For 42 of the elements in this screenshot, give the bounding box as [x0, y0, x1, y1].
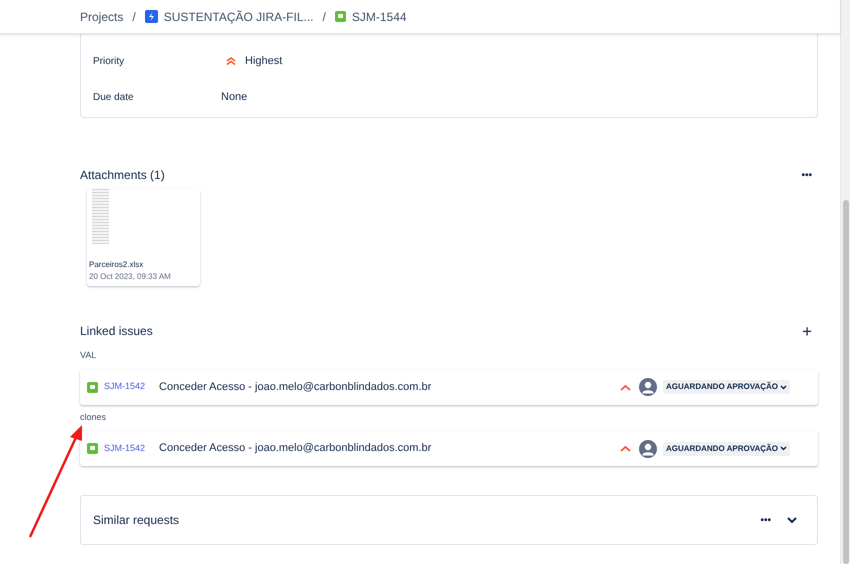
chevron-down-icon: [780, 384, 787, 390]
issue-type-icon: [87, 443, 98, 454]
linked-issue-row[interactable]: SJM-1542 Conceder Acesso - joao.melo@carbonblindados.com.br AGUARDANDO APROVAÇÃO: [80, 370, 818, 404]
file-date: 20 Oct 2023, 09:33 AM: [88, 271, 172, 283]
relation-label: VAL: [80, 349, 98, 362]
project-icon: [144, 10, 158, 23]
chevron-down-icon[interactable]: [787, 516, 797, 524]
panel-title: Similar requests: [93, 512, 180, 529]
issue-type-icon: [87, 382, 98, 392]
issue-summary: Conceder Acesso - joao.melo@carbonblindados.com.br: [159, 441, 432, 456]
breadcrumb-link[interactable]: SJM-1544: [352, 8, 407, 26]
more-button[interactable]: •••: [760, 512, 771, 528]
breadcrumb-link[interactable]: SUSTENTAÇÃO JIRA-FIL...: [164, 8, 314, 26]
attachment-card[interactable]: Parceiros2.xlsx 20 Oct 2023, 09:33 AM: [87, 189, 200, 286]
field-value: None: [221, 90, 248, 105]
scrollbar[interactable]: [840, 0, 850, 564]
separator-slash: /: [322, 8, 326, 26]
field-value: Highest: [245, 54, 282, 69]
issue-key-link[interactable]: SJM-1542: [104, 380, 146, 394]
separator-slash: /: [132, 8, 136, 26]
file-name: Parceiros2.xlsx: [88, 259, 144, 271]
avatar-icon: [639, 378, 657, 396]
add-button[interactable]: +: [798, 322, 816, 340]
status-dropdown[interactable]: AGUARDANDO APROVAÇÃO: [663, 380, 790, 394]
status-dropdown[interactable]: AGUARDANDO APROVAÇÃO: [663, 442, 790, 456]
issue-key-link[interactable]: SJM-1542: [104, 442, 146, 456]
avatar-icon: [639, 440, 657, 458]
breadcrumb-link[interactable]: Projects: [80, 8, 124, 26]
spreadsheet-thumbnail: [92, 189, 109, 244]
priority-high-icon: [620, 445, 631, 452]
section-title: Linked issues: [80, 323, 153, 340]
chevron-down-icon: [780, 446, 787, 451]
more-button[interactable]: •••: [797, 168, 816, 182]
priority-highest-icon: [226, 57, 236, 65]
field-label: Priority: [93, 54, 126, 68]
issue-type-icon: [334, 11, 346, 22]
field-label: Due date: [93, 90, 135, 104]
relation-label: clones: [80, 410, 108, 424]
section-title: Attachments (1): [80, 167, 165, 184]
issue-summary: Conceder Acesso - joao.melo@carbonblindados.com.br: [159, 380, 432, 395]
priority-high-icon: [620, 384, 631, 390]
linked-issue-row[interactable]: SJM-1542 Conceder Acesso - joao.melo@carbonblindados.com.br AGUARDANDO APROVAÇÃO: [80, 431, 818, 466]
